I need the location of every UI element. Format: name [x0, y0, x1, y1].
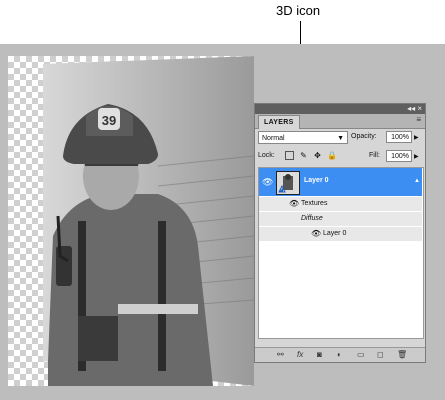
- blend-mode-value: Normal: [262, 135, 285, 142]
- fx-icon[interactable]: fx: [297, 350, 303, 359]
- blend-opacity-row: Normal ▼ Opacity: 100% ▶: [258, 131, 422, 145]
- layers-panel: ◂◂ × LAYERS ≡ Normal ▼ Opacity: 100% ▶ L…: [254, 103, 426, 363]
- collapse-arrow-icon[interactable]: ▲: [414, 178, 420, 184]
- lock-position-icon[interactable]: ✥: [313, 151, 322, 160]
- opacity-label: Opacity:: [351, 133, 377, 140]
- layers-list: 👁 Layer 0 ▲ 👁 Textures Diffuse 👁 Layer 0: [258, 167, 424, 339]
- panel-menu-icon[interactable]: ≡: [416, 115, 421, 124]
- textures-row[interactable]: 👁 Textures: [259, 197, 422, 211]
- fill-label: Fill:: [369, 152, 380, 159]
- tab-layers[interactable]: LAYERS: [258, 115, 300, 129]
- panel-bottom-toolbar: ⚯ fx ◙ ◐ ▭ ◻ 🗑: [255, 347, 425, 362]
- lock-transparent-pixels-icon[interactable]: [285, 151, 294, 160]
- texture-eye-icon[interactable]: 👁: [311, 229, 321, 238]
- document-canvas[interactable]: 39: [8, 56, 254, 386]
- opacity-slider-arrow-icon[interactable]: ▶: [414, 134, 419, 141]
- panel-window-controls[interactable]: ◂◂ ×: [407, 104, 422, 114]
- fill-field[interactable]: 100%: [386, 150, 412, 162]
- opacity-field[interactable]: 100%: [386, 131, 412, 143]
- textures-label: Textures: [301, 200, 328, 207]
- link-icon[interactable]: ⚯: [277, 350, 284, 359]
- group-icon[interactable]: ▭: [357, 350, 365, 359]
- texture-layer-label: Layer 0: [323, 230, 347, 237]
- panel-tab-row: LAYERS ≡: [255, 114, 425, 129]
- texture-layer-row[interactable]: 👁 Layer 0: [259, 227, 422, 241]
- diffuse-label: Diffuse: [301, 215, 323, 222]
- callout-label: 3D icon: [276, 3, 321, 18]
- svg-text:39: 39: [102, 113, 116, 128]
- lock-all-icon[interactable]: 🔒: [327, 151, 337, 160]
- layer-row[interactable]: 👁 Layer 0 ▲: [259, 168, 422, 196]
- visibility-eye-icon[interactable]: 👁: [262, 177, 273, 188]
- layer-name[interactable]: Layer 0: [304, 177, 329, 184]
- lock-image-pixels-icon[interactable]: ✎: [299, 151, 308, 160]
- textures-eye-icon[interactable]: 👁: [289, 199, 299, 208]
- diffuse-row[interactable]: Diffuse: [259, 212, 422, 226]
- trash-icon[interactable]: 🗑: [397, 350, 407, 359]
- chevron-down-icon: ▼: [337, 135, 344, 142]
- lock-fill-row: Lock: ✎ ✥ 🔒 Fill: 100% ▶: [258, 150, 422, 164]
- blend-mode-select[interactable]: Normal ▼: [258, 131, 348, 144]
- firefighter-photo: 39: [43, 56, 254, 386]
- fill-slider-arrow-icon[interactable]: ▶: [414, 153, 419, 160]
- lock-label: Lock:: [258, 152, 275, 159]
- new-layer-icon[interactable]: ◻: [377, 350, 384, 359]
- mask-icon[interactable]: ◙: [317, 350, 322, 359]
- adjustment-icon[interactable]: ◐: [337, 350, 342, 359]
- layer-thumbnail-3d-icon[interactable]: [276, 171, 300, 195]
- panel-title-bar[interactable]: ◂◂ ×: [255, 104, 425, 114]
